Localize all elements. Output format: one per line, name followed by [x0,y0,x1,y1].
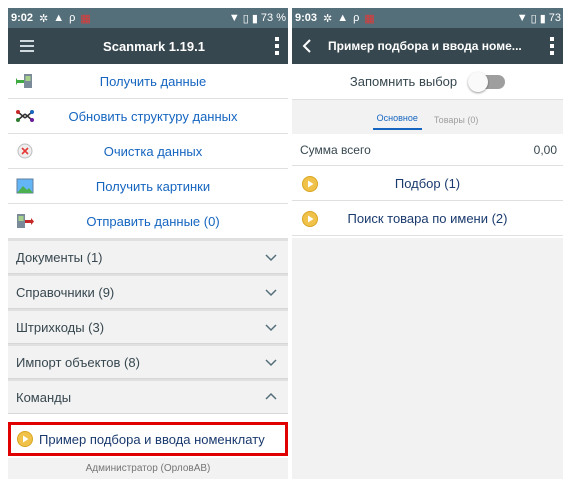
selection-button[interactable]: Подбор (1) [292,166,563,201]
battery-level: 73 [548,12,561,24]
structure-icon [16,110,34,122]
play-circle-icon [17,431,33,447]
battery-icon: ▮ [539,12,546,25]
battery-level: 73 % [260,12,286,24]
tab-main[interactable]: Основное [372,113,422,130]
vibrate-icon: ▯ [242,12,249,25]
get-data-label: Получить данные [99,73,207,89]
notification-p-icon: ρ [353,12,360,24]
section-barcodes[interactable]: Штрихкоды (3) [8,309,288,344]
action-list: Получить данные Обновить структуру данны… [8,64,288,239]
section-label: Документы (1) [16,249,103,265]
warning-icon: ▲ [53,12,65,24]
clear-data-label: Очистка данных [103,143,203,159]
search-by-name-button[interactable]: Поиск товара по имени (2) [292,201,563,236]
picture-icon [16,178,34,194]
section-label: Справочники (9) [16,284,115,300]
vibrate-icon: ▯ [530,12,537,25]
status-bar: 9:02 ✲ ▲ ρ ▦ ▼ ▯ ▮ 73 % [8,8,288,28]
chevron-down-icon [265,324,277,332]
device-download-icon [16,74,32,88]
chevron-down-icon [265,289,277,297]
update-structure-button[interactable]: Обновить структуру данных [8,99,288,134]
section-label: Импорт объектов (8) [16,354,140,370]
screen-title: Пример подбора и ввода номе... [328,39,522,53]
section-import-objects[interactable]: Импорт объектов (8) [8,344,288,379]
app-title: Scanmark 1.19.1 [103,38,205,54]
overflow-menu-icon[interactable] [266,28,288,64]
chevron-down-icon [265,359,277,367]
app-bar: Пример подбора и ввода номе... [292,28,563,64]
notification-p-icon: ρ [69,12,76,24]
device-upload-icon [17,214,34,228]
chevron-down-icon [265,254,277,262]
remember-choice-toggle[interactable] [468,71,506,92]
wifi-icon: ▼ [228,12,240,24]
remember-choice-row: Запомнить выбор [292,64,563,100]
settings-gear-icon: ✲ [323,12,333,25]
overflow-menu-icon[interactable] [541,28,563,64]
section-label: Штрихкоды (3) [16,319,105,335]
section-label: Команды [16,389,72,405]
play-circle-icon [302,211,318,227]
section-list: Документы (1) Справочники (9) Штрихкоды … [8,239,288,414]
command-example-button[interactable]: Пример подбора и ввода номенклату [8,422,288,456]
empty-area [292,238,563,479]
user-footer: Администратор (ОрловАВ) [8,458,288,479]
sum-total-label: Сумма всего [300,142,371,157]
chevron-up-icon [265,392,277,400]
toggle-knob [468,71,489,92]
send-data-label: Отправить данные (0) [86,213,220,229]
command-example-label: Пример подбора и ввода номенклату [39,431,265,447]
tab-bar: Основное Товары (0) [292,100,563,134]
sum-total-value: 0,00 [533,142,557,157]
settings-gear-icon: ✲ [39,12,49,25]
right-screen: 9:03 ✲ ▲ ρ ▦ ▼ ▯ ▮ 73 Пример подбора и в… [292,8,563,479]
play-circle-icon [302,176,318,192]
update-structure-label: Обновить структуру данных [68,108,238,124]
sum-total-row: Сумма всего 0,00 [292,134,563,166]
app-notification-icon: ▦ [364,12,375,25]
section-references[interactable]: Справочники (9) [8,274,288,309]
get-data-button[interactable]: Получить данные [8,64,288,99]
get-pictures-button[interactable]: Получить картинки [8,169,288,204]
remember-choice-label: Запомнить выбор [349,74,458,89]
send-data-button[interactable]: Отправить данные (0) [8,204,288,239]
status-bar: 9:03 ✲ ▲ ρ ▦ ▼ ▯ ▮ 73 [292,8,563,28]
section-commands[interactable]: Команды [8,379,288,414]
status-time: 9:02 [11,12,34,24]
warning-icon: ▲ [337,12,349,24]
selection-label: Подбор (1) [394,175,461,191]
wifi-icon: ▼ [516,12,528,24]
app-bar: Scanmark 1.19.1 [8,28,288,64]
clear-x-icon [17,143,33,159]
hamburger-menu-icon[interactable] [12,28,42,64]
clear-data-button[interactable]: Очистка данных [8,134,288,169]
battery-icon: ▮ [251,12,258,25]
status-time: 9:03 [295,12,318,24]
get-pictures-label: Получить картинки [95,178,211,194]
section-documents[interactable]: Документы (1) [8,239,288,274]
tab-goods[interactable]: Товары (0) [430,115,482,130]
search-by-name-label: Поиск товара по имени (2) [347,210,508,226]
left-screen: 9:02 ✲ ▲ ρ ▦ ▼ ▯ ▮ 73 % Scanmark 1.19.1 … [8,8,288,479]
app-notification-icon: ▦ [80,12,91,25]
back-arrow-icon[interactable] [292,28,322,64]
